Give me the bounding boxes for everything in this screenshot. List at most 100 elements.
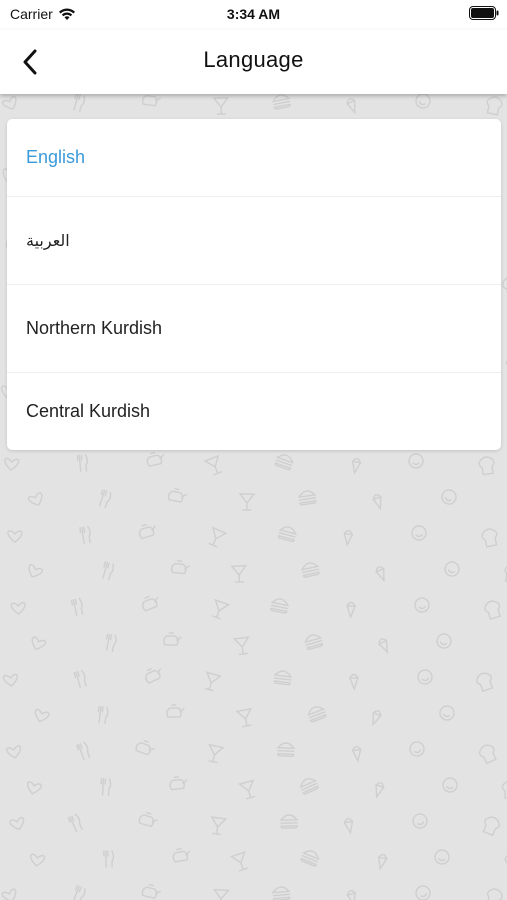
- doodle-mark: [2, 673, 18, 687]
- language-option-northern-kurdish[interactable]: Northern Kurdish: [7, 285, 501, 373]
- page-title: Language: [203, 47, 304, 72]
- doodle-mark: [408, 453, 424, 469]
- doodle-mark: [212, 598, 231, 620]
- doodle-mark: [276, 742, 296, 758]
- doodle-mark: [230, 564, 248, 583]
- language-option-central-kurdish[interactable]: Central Kurdish: [7, 373, 501, 450]
- battery-icon: [469, 6, 499, 20]
- doodle-mark: [346, 98, 357, 115]
- doodle-mark: [27, 492, 43, 506]
- doodle-mark: [378, 638, 389, 655]
- doodle-mark: [163, 632, 182, 646]
- doodle-mark: [271, 94, 291, 110]
- doodle-mark: [485, 888, 503, 900]
- doodle-mark: [238, 779, 256, 800]
- doodle-mark: [31, 636, 47, 651]
- doodle-mark: [166, 704, 185, 718]
- doodle-mark: [232, 636, 250, 656]
- language-list: English العربية Northern Kurdish Central…: [7, 119, 501, 450]
- doodle-mark: [135, 739, 155, 756]
- doodle-mark: [372, 494, 383, 511]
- doodle-mark: [371, 710, 382, 727]
- doodle-mark: [213, 888, 230, 900]
- doodle-mark: [277, 526, 297, 543]
- doodle-mark: [141, 884, 161, 899]
- doodle-mark: [300, 562, 320, 578]
- doodle-mark: [203, 454, 223, 476]
- doodle-mark: [169, 776, 188, 791]
- doodle-mark: [484, 600, 501, 620]
- doodle-mark: [414, 597, 430, 613]
- doodle-mark: [204, 671, 222, 692]
- doodle-mark: [208, 743, 225, 764]
- doodle-mark: [141, 94, 161, 107]
- doodle-mark: [271, 886, 291, 900]
- doodle-mark: [4, 457, 20, 471]
- doodle-mark: [9, 816, 25, 831]
- doodle-mark: [412, 813, 428, 829]
- doodle-mark: [138, 811, 158, 828]
- doodle-mark: [235, 707, 252, 728]
- doodle-mark: [7, 530, 23, 543]
- doodle-mark: [300, 850, 320, 867]
- doodle-mark: [167, 488, 187, 503]
- doodle-mark: [274, 454, 294, 471]
- doodle-mark: [171, 560, 190, 575]
- language-screen: Carrier 3:34 AM Language English العربية…: [0, 0, 507, 900]
- doodle-mark: [146, 452, 164, 467]
- doodle-mark: [415, 94, 431, 109]
- doodle-mark: [229, 850, 248, 872]
- language-option-arabic[interactable]: العربية: [7, 197, 501, 285]
- doodle-mark: [436, 633, 452, 649]
- doodle-mark: [79, 525, 91, 545]
- doodle-mark: [439, 705, 455, 721]
- doodle-mark: [102, 561, 115, 581]
- doodle-mark: [374, 782, 385, 799]
- doodle-mark: [478, 744, 497, 765]
- doodle-mark: [145, 668, 161, 684]
- doodle-mark: [345, 601, 357, 620]
- doodle-mark: [2, 95, 17, 110]
- doodle-mark: [141, 595, 159, 612]
- doodle-mark: [377, 853, 388, 871]
- doodle-mark: [346, 889, 357, 900]
- status-time: 3:34 AM: [226, 6, 281, 22]
- doodle-mark: [212, 97, 230, 115]
- status-bar: Carrier 3:34 AM: [0, 0, 507, 30]
- doodle-mark: [476, 672, 494, 693]
- doodle-mark: [478, 456, 495, 476]
- doodle-mark: [415, 885, 431, 900]
- doodle-mark: [10, 602, 26, 615]
- doodle-mark: [501, 780, 507, 799]
- doodle-mark: [482, 816, 501, 837]
- doodle-mark: [210, 816, 228, 836]
- doodle-mark: [103, 850, 115, 868]
- doodle-mark: [172, 848, 191, 863]
- doodle-mark: [504, 564, 507, 584]
- doodle-mark: [105, 633, 117, 653]
- doodle-mark: [73, 94, 86, 113]
- doodle-mark: [434, 849, 450, 865]
- doodle-mark: [299, 778, 319, 795]
- doodle-mark: [70, 597, 84, 617]
- doodle-mark: [208, 526, 228, 548]
- doodle-mark: [486, 96, 503, 116]
- doodle-mark: [76, 454, 89, 472]
- doodle-mark: [411, 525, 427, 541]
- doodle-mark: [351, 745, 362, 763]
- doodle-mark: [409, 741, 425, 757]
- doodle-mark: [138, 523, 156, 540]
- doodle-mark: [351, 457, 362, 475]
- doodle-mark: [279, 814, 299, 829]
- doodle-mark: [26, 781, 42, 795]
- doodle-mark: [307, 706, 327, 723]
- doodle-mark: [273, 670, 293, 686]
- doodle-mark: [100, 778, 112, 796]
- language-option-english[interactable]: English: [7, 119, 501, 197]
- doodle-mark: [375, 566, 386, 583]
- navigation-bar: Language: [0, 30, 507, 94]
- doodle-mark: [304, 634, 324, 651]
- doodle-mark: [6, 745, 22, 759]
- doodle-mark: [442, 777, 458, 793]
- doodle-mark: [98, 489, 112, 509]
